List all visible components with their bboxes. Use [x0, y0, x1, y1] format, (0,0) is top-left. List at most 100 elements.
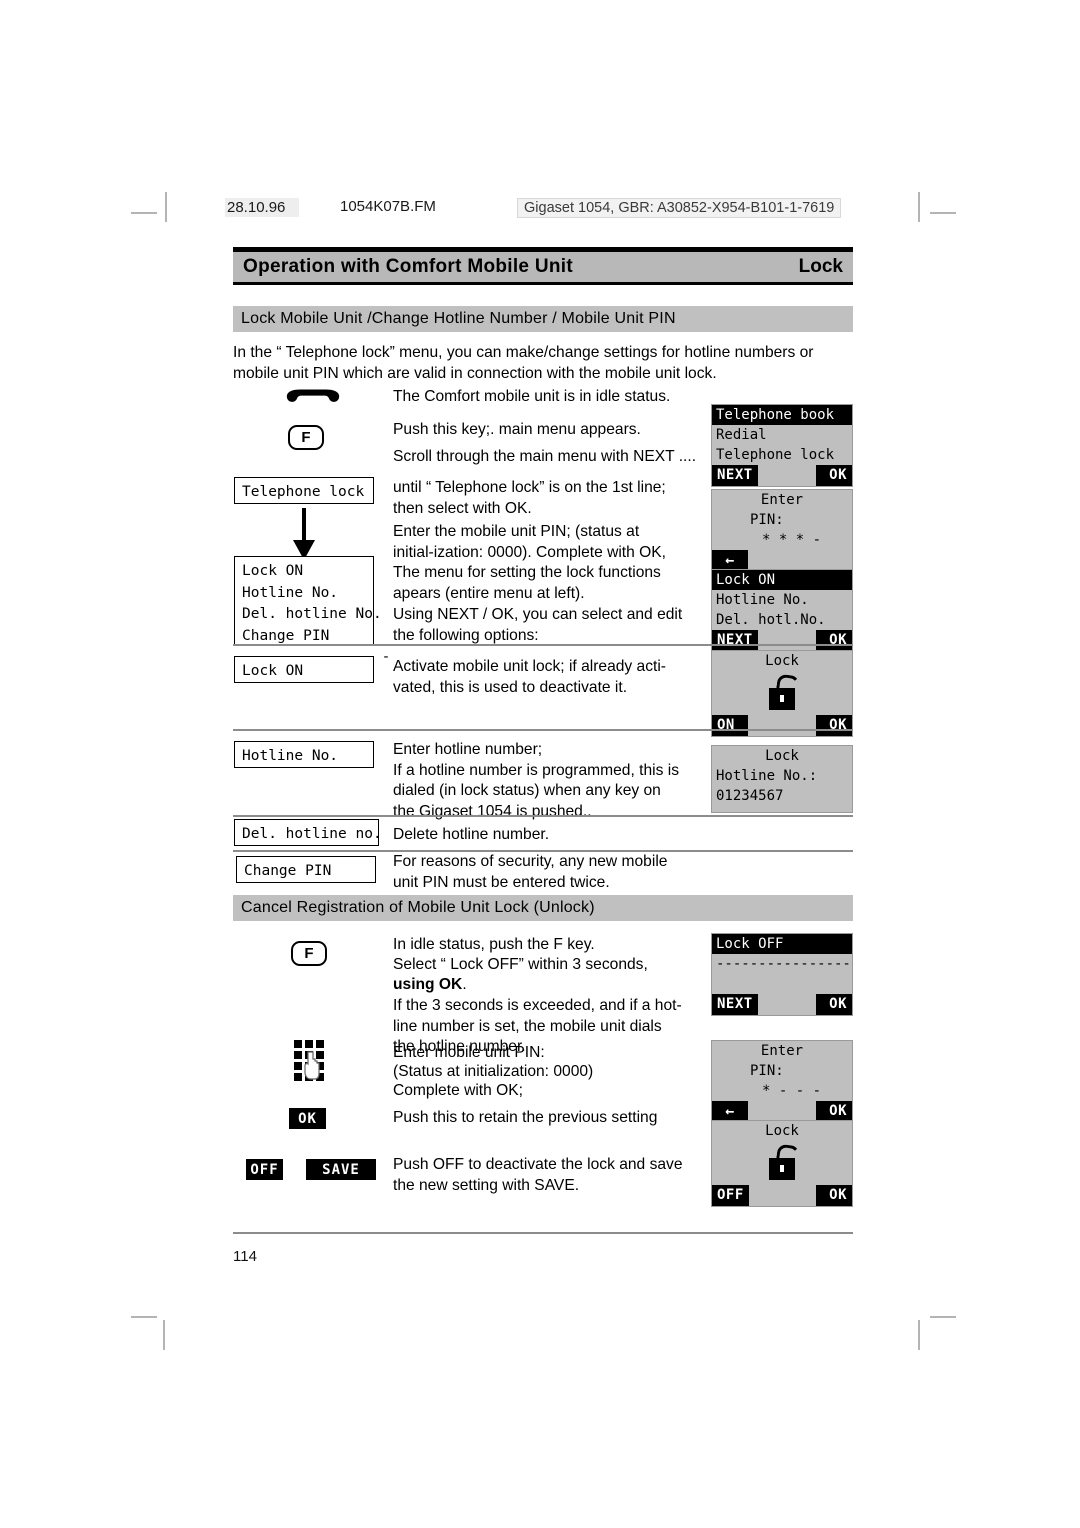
display-enter-pin-2-line3: * - - -	[762, 1083, 822, 1099]
header-rule-bottom	[233, 282, 853, 285]
ok-key-chip[interactable]: OK	[289, 1108, 326, 1129]
step-del-hotline-description: Delete hotline number.	[393, 826, 550, 843]
softkey-next[interactable]: NEXT	[712, 465, 758, 486]
footer-rule	[233, 1232, 853, 1234]
running-header: Operation with Comfort Mobile Unit Lock	[233, 252, 853, 282]
padlock-keyhole	[780, 695, 784, 702]
display-lock-off-softkeys: NEXT OK	[712, 994, 852, 1015]
handset-icon	[286, 389, 340, 402]
keypad-key	[305, 1040, 313, 1048]
softkey-ok[interactable]: OK	[816, 994, 852, 1015]
display-enter-pin-1-line3: * * * -	[762, 532, 822, 548]
crop-mark-top-right-horizontal	[930, 212, 956, 214]
crop-mark-top-right-vertical	[918, 192, 920, 222]
step-push-key-text: Push this key;. main menu appears.	[393, 421, 641, 438]
step-enter-pin-text: Enter the mobile unit PIN; (status at in…	[393, 523, 667, 561]
step-menu-appears-text: The menu for setting the lock functions …	[393, 564, 661, 602]
softkey-ok[interactable]: OK	[816, 1101, 852, 1122]
row-separator-1	[233, 644, 853, 646]
crop-mark-top-left-horizontal	[131, 212, 157, 214]
softkey-next[interactable]: NEXT	[712, 994, 758, 1015]
step-unlock-pin-line3: Complete with OK;	[393, 1082, 523, 1099]
running-header-section: Lock	[798, 256, 843, 277]
step-scroll-text: Scroll through the main menu with NEXT .…	[393, 448, 697, 465]
padlock-keyhole	[780, 1165, 784, 1172]
step-idle-text: The Comfort mobile unit is in idle statu…	[393, 388, 671, 405]
softkey-off[interactable]: OFF	[712, 1185, 749, 1206]
keypad-key	[294, 1062, 302, 1070]
menu-box-lock-on: Lock ON	[234, 656, 374, 683]
display-lock-toggle-title: Lock	[765, 653, 799, 669]
softkey-ok[interactable]: OK	[816, 465, 852, 486]
display-lock-menu: Lock ON Hotline No. Del. hotl.No. NEXT O…	[711, 569, 853, 652]
display-lock-menu-line1: Hotline No.	[716, 592, 809, 608]
padlock-open-icon	[712, 671, 852, 715]
padlock-open-icon	[712, 1141, 852, 1185]
softkey-ok[interactable]: OK	[816, 715, 852, 736]
document-identifier: Gigaset 1054, GBR: A30852-X954-B101-1-76…	[517, 198, 842, 218]
f-key-label: F	[304, 945, 314, 962]
keypad-key	[294, 1073, 302, 1081]
step-change-pin-description: For reasons of security, any new mobile …	[393, 853, 668, 891]
display-lock-off: Lock OFF ---------------- NEXT OK	[711, 933, 853, 1016]
save-key-chip[interactable]: SAVE	[306, 1159, 376, 1180]
menu-box-lock-functions: Lock ON Hotline No. Del. hotline No. Cha…	[234, 556, 390, 665]
revision-date: 28.10.96	[225, 198, 300, 217]
flow-arrow-shaft	[302, 508, 306, 544]
display-enter-pin-2-line2: PIN:	[750, 1063, 784, 1079]
off-key-chip[interactable]: OFF	[246, 1159, 283, 1180]
softkey-back-arrow-icon[interactable]: ←	[712, 550, 748, 571]
section-heading-cancel-registration: Cancel Registration of Mobile Unit Lock …	[233, 895, 853, 921]
display-hotline-line3: 01234567	[716, 788, 784, 804]
menu-box-telephone-lock: Telephone lock	[234, 477, 374, 504]
step-unlock-pin-line2: (Status at initialization: 0000)	[393, 1063, 594, 1080]
step-until-first-line-text: until “ Telephone lock” is on the 1st li…	[393, 479, 666, 517]
display-enter-pin-1-line2: PIN:	[750, 512, 784, 528]
f-key-button-2[interactable]: F	[291, 941, 327, 966]
running-header-title: Operation with Comfort Mobile Unit	[243, 256, 574, 277]
step-unlock-pin-line1: Enter mobile unit PIN:	[393, 1044, 545, 1061]
document-meta-row: 28.10.96 1054K07B.FM Gigaset 1054, GBR: …	[225, 198, 855, 222]
display-main-menu-softkeys: NEXT OK	[712, 465, 852, 486]
f-key-button-1[interactable]: F	[288, 425, 324, 450]
menu-box-change-pin: Change PIN	[236, 856, 376, 883]
display-lock-unlock-softkeys: OFF OK	[712, 1185, 852, 1206]
display-enter-pin-2-line1: Enter	[760, 1043, 804, 1059]
crop-mark-bottom-right-horizontal	[930, 1316, 956, 1318]
keypad-key	[294, 1040, 302, 1048]
step-unlock-using-ok-bold: using OK	[393, 976, 463, 993]
keypad-key	[316, 1040, 324, 1048]
pointing-hand-icon	[304, 1051, 320, 1080]
menu-box-hotline-no: Hotline No.	[234, 741, 374, 768]
display-lock-off-dashes: ----------------	[716, 956, 851, 972]
softkey-next[interactable]: NEXT	[712, 630, 758, 651]
softkey-back-arrow-icon[interactable]: ←	[712, 1101, 748, 1122]
display-enter-pin-1-softkeys: ←	[712, 550, 852, 571]
display-main-menu: Telephone book Redial Telephone lock NEX…	[711, 404, 853, 487]
step-unlock-idle-line2: Select “ Lock OFF” within 3 seconds,	[393, 956, 648, 973]
display-enter-pin-2: Enter PIN: * - - - ← OK	[711, 1040, 853, 1123]
display-lock-off-title: Lock OFF	[712, 934, 852, 954]
softkey-on[interactable]: ON	[712, 715, 748, 736]
display-hotline-line1: Lock	[765, 748, 799, 764]
step-using-next-ok-text: Using NEXT / OK, you can select and edit…	[393, 606, 683, 644]
softkey-ok[interactable]: OK	[816, 630, 852, 651]
page-number: 114	[233, 1248, 257, 1265]
display-lock-unlock: Lock OFF OK	[711, 1120, 853, 1207]
display-enter-pin-2-softkeys: ← OK	[712, 1101, 852, 1122]
row-separator-3	[233, 815, 853, 817]
softkey-ok[interactable]: OK	[816, 1185, 852, 1206]
display-lock-toggle: Lock ON OK	[711, 650, 853, 737]
step-unlock-using-ok: using OK.	[393, 975, 693, 996]
display-lock-off-blank	[712, 974, 852, 994]
step-hotline-description: Enter hotline number; If a hotline numbe…	[393, 741, 680, 820]
display-lock-menu-line2: Del. hotl.No.	[716, 612, 826, 628]
crop-mark-top-left-vertical	[165, 192, 167, 222]
display-main-menu-line1: Redial	[716, 427, 767, 443]
step-retain-text: Push this to retain the previous setting	[393, 1109, 658, 1126]
display-enter-pin-1-line1: Enter	[760, 492, 804, 508]
crop-mark-bottom-left-horizontal	[131, 1316, 157, 1318]
crop-mark-bottom-left-vertical	[163, 1320, 165, 1350]
keypad-icon	[294, 1040, 328, 1082]
step-unlock-idle-line1: In idle status, push the F key.	[393, 936, 595, 953]
